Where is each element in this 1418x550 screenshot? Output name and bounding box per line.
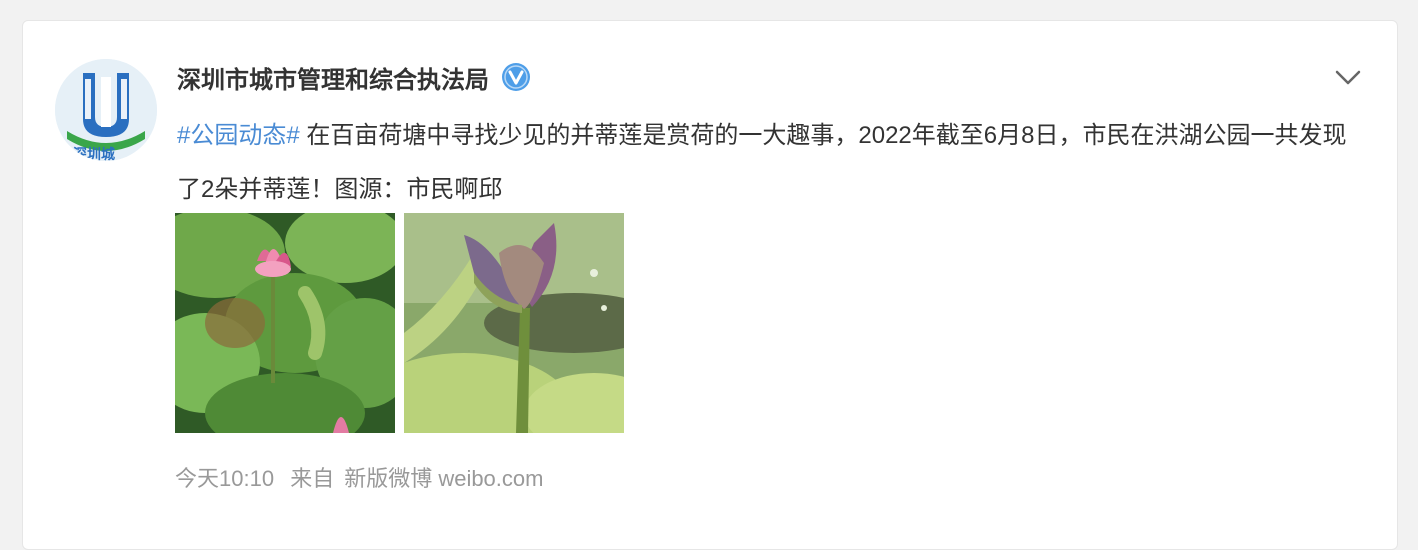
post-meta: 今天10:10 来自 新版微博 weibo.com bbox=[175, 461, 553, 493]
post-time[interactable]: 今天10:10 bbox=[175, 466, 274, 491]
author-avatar[interactable]: 深圳城 bbox=[55, 59, 157, 161]
lotus-flower-photo-icon bbox=[175, 213, 395, 433]
chevron-down-icon[interactable] bbox=[1333, 65, 1363, 89]
weibo-post-card: 深圳城 深圳市城市管理和综合执法局 #公园动态# 在百亩荷塘中寻找少见的并蒂莲是… bbox=[22, 20, 1398, 550]
post-body: 在百亩荷塘中寻找少见的并蒂莲是赏荷的一大趣事，2022年截至6月8日，市民在洪湖… bbox=[177, 122, 1347, 203]
author-row: 深圳市城市管理和综合执法局 bbox=[177, 59, 531, 95]
verified-badge-icon bbox=[501, 62, 531, 92]
avatar-text: 深圳城 bbox=[73, 146, 115, 161]
post-image-lotus-flower[interactable] bbox=[175, 213, 395, 433]
post-text: #公园动态# 在百亩荷塘中寻找少见的并蒂莲是赏荷的一大趣事，2022年截至6月8… bbox=[177, 109, 1347, 217]
topic-link[interactable]: #公园动态# bbox=[177, 122, 300, 149]
source-prefix: 来自 bbox=[290, 466, 335, 491]
avatar-logo-icon: 深圳城 bbox=[55, 59, 157, 161]
author-name[interactable]: 深圳市城市管理和综合执法局 bbox=[177, 60, 489, 95]
post-image-lotus-bud[interactable] bbox=[404, 213, 624, 433]
lotus-bud-photo-icon bbox=[404, 213, 624, 433]
post-source[interactable]: 新版微博 weibo.com bbox=[344, 466, 543, 491]
